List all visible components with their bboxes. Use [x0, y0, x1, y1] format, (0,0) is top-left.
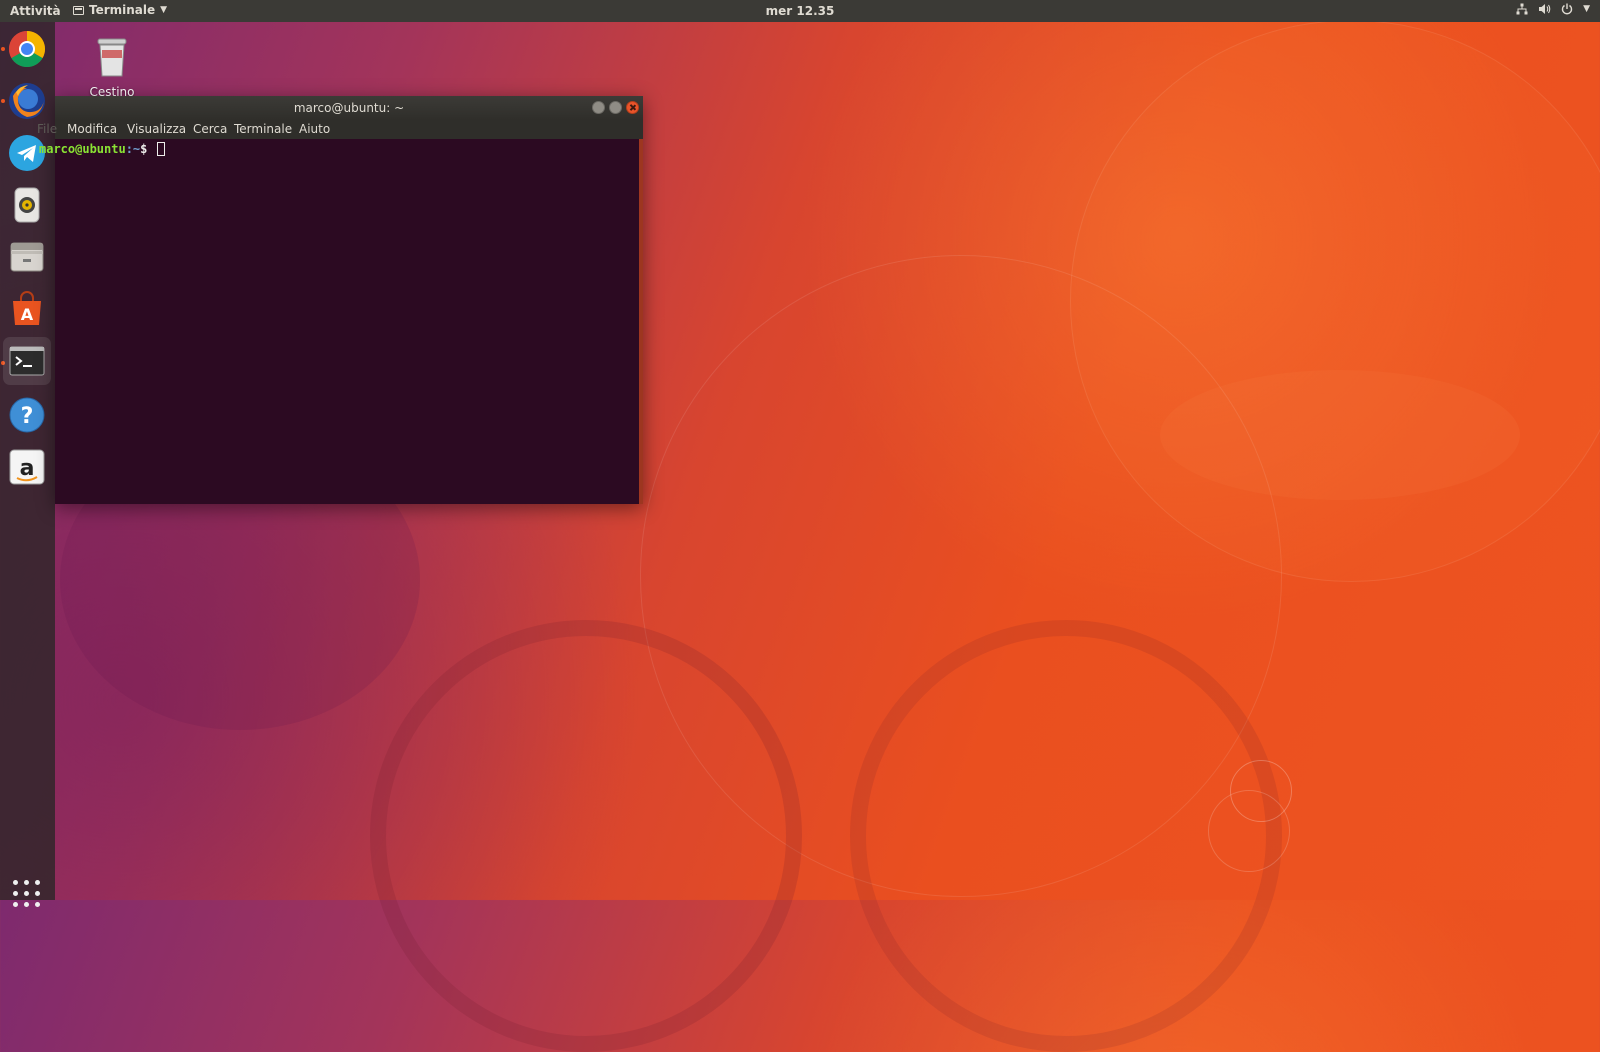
show-applications-icon[interactable]	[13, 880, 41, 908]
top-bar: Attività Terminale ▼ mer 12.35 ▼	[0, 0, 1600, 22]
prompt-user-host: marco@ubuntu	[39, 142, 126, 156]
running-indicator	[1, 99, 5, 103]
shell-prompt: marco@ubuntu:~$	[39, 142, 165, 156]
files-icon[interactable]	[8, 238, 46, 276]
menu-file[interactable]: File	[37, 122, 57, 136]
clock[interactable]: mer 12.35	[0, 4, 1600, 18]
terminal-menubar: File Modifica Visualizza Cerca Terminale…	[37, 120, 643, 139]
desktop-trash[interactable]: Cestino	[84, 36, 140, 99]
menu-cerca[interactable]: Cerca	[193, 122, 227, 136]
software-center-icon[interactable]: A	[8, 290, 46, 328]
menu-visualizza[interactable]: Visualizza	[127, 122, 186, 136]
trash-icon	[97, 38, 127, 77]
svg-text:?: ?	[21, 404, 34, 429]
network-icon[interactable]	[1516, 3, 1528, 15]
terminal-window[interactable]: marco@ubuntu: ~ File Modifica Visualizza…	[37, 96, 643, 504]
wallpaper-circle	[1208, 790, 1290, 872]
menu-modifica[interactable]: Modifica	[67, 122, 117, 136]
wallpaper-shape	[1160, 370, 1520, 500]
chevron-down-icon[interactable]: ▼	[1583, 4, 1590, 14]
terminal-body[interactable]: marco@ubuntu:~$	[39, 139, 643, 504]
amazon-icon[interactable]: a	[8, 448, 46, 486]
volume-icon[interactable]	[1538, 3, 1551, 15]
window-title: marco@ubuntu: ~	[293, 101, 405, 115]
minimize-button[interactable]	[592, 101, 605, 114]
power-icon[interactable]	[1561, 3, 1573, 15]
wallpaper-circle	[640, 255, 1282, 897]
wallpaper-circle	[1070, 20, 1600, 582]
wallpaper-circle	[1230, 760, 1292, 822]
svg-text:A: A	[21, 305, 34, 324]
menu-terminale[interactable]: Terminale	[234, 122, 292, 136]
prompt-path: :~	[125, 142, 141, 156]
maximize-button[interactable]	[609, 101, 622, 114]
wallpaper-circle	[850, 620, 1282, 1052]
rhythmbox-icon[interactable]	[8, 186, 46, 224]
text-cursor	[156, 142, 165, 156]
system-tray[interactable]: ▼	[1516, 3, 1590, 15]
close-button[interactable]	[626, 101, 639, 114]
menu-aiuto[interactable]: Aiuto	[299, 122, 330, 136]
svg-text:a: a	[20, 456, 35, 481]
wallpaper-circle	[370, 620, 802, 1052]
window-edge	[639, 139, 643, 504]
firefox-icon[interactable]	[8, 82, 46, 120]
running-indicator	[1, 47, 5, 51]
chrome-icon[interactable]	[8, 30, 46, 68]
terminal-dock-icon[interactable]	[3, 337, 51, 385]
prompt-symbol: $	[140, 142, 155, 156]
window-titlebar[interactable]: marco@ubuntu: ~	[55, 96, 643, 120]
help-icon[interactable]: ?	[8, 396, 46, 434]
